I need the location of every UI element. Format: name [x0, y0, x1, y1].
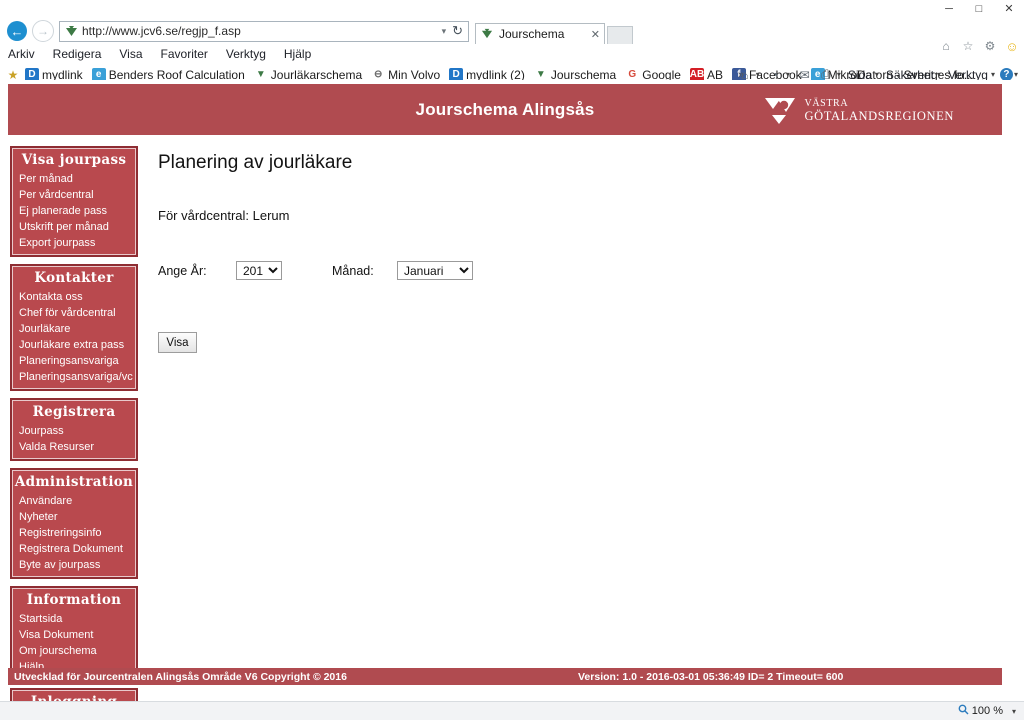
navigation-bar: ← → http://www.jcv6.se/regjp_f.asp ▾ ↻ J… — [0, 18, 1024, 54]
sidebar-item-chef-f-r-v-rdcentral[interactable]: Chef för vårdcentral — [12, 305, 136, 321]
menu-item-hjlp[interactable]: Hjälp — [284, 47, 311, 61]
sidebar-item-registreringsinfo[interactable]: Registreringsinfo — [12, 525, 136, 541]
back-arrow-icon: ← — [7, 21, 27, 41]
sidebar-section-title: Inloggning — [12, 694, 136, 701]
sidebar-item-planeringsansvariga-vc[interactable]: Planeringsansvariga/vc — [12, 369, 136, 385]
menu-item-visa[interactable]: Visa — [119, 47, 142, 61]
status-bar: 100 % ▾ — [0, 701, 1024, 720]
sidebar-item-anv-ndare[interactable]: Användare — [12, 493, 136, 509]
print-caret-icon[interactable]: ▾ — [837, 70, 845, 79]
menu-item-arkiv[interactable]: Arkiv — [8, 47, 35, 61]
zoom-magnifier-icon — [958, 704, 969, 718]
home-icon[interactable]: ⌂ — [936, 37, 956, 55]
forward-button[interactable]: → — [30, 20, 56, 42]
sidebar-section-title: Kontakter — [34, 270, 114, 286]
browser-window: ─ □ ✕ ← → http://www.jcv6.se/regjp_f.asp… — [0, 0, 1024, 720]
year-select[interactable]: 2014201520162017 — [236, 261, 282, 280]
sidebar-section-title: Visa jourpass — [21, 152, 127, 168]
tab-title: Jourschema — [499, 27, 565, 41]
zoom-control[interactable]: 100 % ▾ — [958, 704, 1024, 718]
sidebar-item-jourpass[interactable]: Jourpass — [12, 423, 136, 439]
sidebar-item-kontakta-oss[interactable]: Kontakta oss — [12, 289, 136, 305]
page-title: Planering av jourläkare — [158, 152, 353, 173]
tab-strip: Jourschema ✕ — [475, 18, 633, 44]
footer-version: Version: 1.0 - 2016-03-01 05:36:49 ID= 2… — [578, 670, 844, 683]
sidebar-item-per-m-nad[interactable]: Per månad — [12, 171, 136, 187]
menu-bar: Arkiv Redigera Visa Favoriter Verktyg Hjälp — [0, 44, 1024, 64]
sidebar-item-om-jourschema[interactable]: Om jourschema — [12, 643, 136, 659]
address-dropdown-icon[interactable]: ▾ — [436, 26, 453, 37]
month-label: Månad: — [332, 263, 374, 278]
sidebar-section-visa-jourpass: Visa jourpass Per månad Per vårdcentral Ej … — [10, 146, 138, 257]
sidebar-section-information: Information Startsida Visa Dokument Om jour… — [10, 586, 138, 681]
page-viewport: Jourschema Alingsås VÄSTRA GÖTALANDSREGI… — [0, 80, 1024, 701]
sidebar-section-title: Administration — [14, 474, 134, 490]
home-caret-icon[interactable]: ▾ — [756, 70, 764, 79]
feeds-caret-icon[interactable]: ▾ — [786, 70, 794, 79]
menu-item-favoriter[interactable]: Favoriter — [161, 47, 208, 61]
address-bar[interactable]: http://www.jcv6.se/regjp_f.asp ▾ ↻ — [59, 20, 469, 42]
maximize-button[interactable]: □ — [964, 0, 994, 18]
sidebar-item-utskrift-per-m-nad[interactable]: Utskrift per månad — [12, 219, 136, 235]
main-content: Planering av jourläkare För vårdcentral:… — [158, 152, 758, 353]
menu-item-redigera[interactable]: Redigera — [53, 47, 102, 61]
site-favicon-icon — [63, 23, 79, 39]
sidebar-item-export-jourpass[interactable]: Export jourpass — [12, 235, 136, 251]
forward-arrow-icon: → — [32, 20, 54, 42]
favorites-star-icon[interactable]: ☆ — [958, 37, 978, 55]
menu-item-verktyg[interactable]: Verktyg — [226, 47, 266, 61]
sidebar-item-per-v-rdcentral[interactable]: Per vårdcentral — [12, 187, 136, 203]
sidebar: Visa jourpass Per månad Per vårdcentral Ej … — [10, 146, 138, 701]
tools-gear-icon[interactable]: ⚙ — [980, 37, 1000, 55]
sidebar-item-ej-planerade-pass[interactable]: Ej planerade pass — [12, 203, 136, 219]
health-center-subtitle: För vårdcentral: Lerum — [158, 208, 290, 223]
month-select[interactable]: JanuariFebruariMarsAprilMajJuniJuliAugus… — [397, 261, 473, 280]
tab-jourschema[interactable]: Jourschema ✕ — [475, 23, 605, 44]
sidebar-item-jourl-kare-extra-pass[interactable]: Jourläkare extra pass — [12, 337, 136, 353]
tab-favicon-icon — [480, 27, 494, 41]
command-menu-caret-icon[interactable]: ▾ — [875, 70, 883, 79]
minimize-button[interactable]: ─ — [934, 0, 964, 18]
sidebar-section-kontakter: Kontakter Kontakta oss Chef för vårdcentra… — [10, 264, 138, 391]
address-input[interactable]: http://www.jcv6.se/regjp_f.asp — [82, 24, 436, 38]
year-label: Ange År: — [158, 263, 207, 278]
sidebar-item-planeringsansvariga[interactable]: Planeringsansvariga — [12, 353, 136, 369]
command-menu-caret-icon[interactable]: ▾ — [937, 70, 945, 79]
sidebar-section-inloggning: InloggningLogga utByt lösenordUppdatera … — [10, 688, 138, 701]
sidebar-section-registrera: Registrera Jourpass Valda Resurser — [10, 398, 138, 461]
reload-icon[interactable]: ↻ — [452, 23, 465, 39]
smiley-feedback-icon[interactable]: ☺ — [1002, 37, 1022, 55]
sidebar-item-registrera-dokument[interactable]: Registrera Dokument — [12, 541, 136, 557]
show-button[interactable]: Visa — [158, 332, 197, 353]
page-footer: Utvecklad för Jourcentralen Alingsås Omr… — [8, 668, 1002, 685]
page-banner: Jourschema Alingsås VÄSTRA GÖTALANDSREGI… — [8, 84, 1002, 135]
window-controls: ─ □ ✕ — [934, 0, 1024, 18]
vgr-logo-line2: GÖTALANDSREGIONEN — [804, 108, 954, 123]
sidebar-section-administration: Administration Användare Nyheter Registreri… — [10, 468, 138, 579]
sidebar-item-valda-resurser[interactable]: Valda Resurser — [12, 439, 136, 455]
page-content: Jourschema Alingsås VÄSTRA GÖTALANDSREGI… — [0, 80, 1010, 701]
help-caret-icon[interactable]: ▾ — [1014, 70, 1022, 79]
zoom-dropdown-icon[interactable]: ▾ — [1006, 707, 1016, 716]
tab-close-icon[interactable]: ✕ — [585, 28, 600, 41]
zoom-level: 100 % — [971, 705, 1003, 717]
page-banner-title: Jourschema Alingsås — [415, 99, 595, 119]
sidebar-item-startsida[interactable]: Startsida — [12, 611, 136, 627]
sidebar-item-nyheter[interactable]: Nyheter — [12, 509, 136, 525]
vgr-mark-icon — [764, 98, 795, 124]
window-quick-icons: ⌂ ☆ ⚙ ☺ — [936, 36, 1022, 56]
sidebar-section-title: Information — [26, 592, 122, 608]
title-bar: ─ □ ✕ — [0, 0, 1024, 18]
footer-copyright: Utvecklad för Jourcentralen Alingsås Omr… — [14, 670, 347, 683]
sidebar-item-jourl-kare[interactable]: Jourläkare — [12, 321, 136, 337]
vgr-logo: VÄSTRA GÖTALANDSREGIONEN — [764, 96, 954, 126]
command-menu-caret-icon[interactable]: ▾ — [991, 70, 999, 79]
close-button[interactable]: ✕ — [994, 0, 1024, 18]
sidebar-item-visa-dokument[interactable]: Visa Dokument — [12, 627, 136, 643]
back-button[interactable]: ← — [4, 20, 30, 42]
filter-form: Ange År: 2014201520162017 Månad: Januari… — [158, 261, 758, 280]
new-tab-button[interactable] — [607, 26, 633, 44]
sidebar-section-title: Registrera — [32, 404, 116, 420]
sidebar-item-byte-av-jourpass[interactable]: Byte av jourpass — [12, 557, 136, 573]
